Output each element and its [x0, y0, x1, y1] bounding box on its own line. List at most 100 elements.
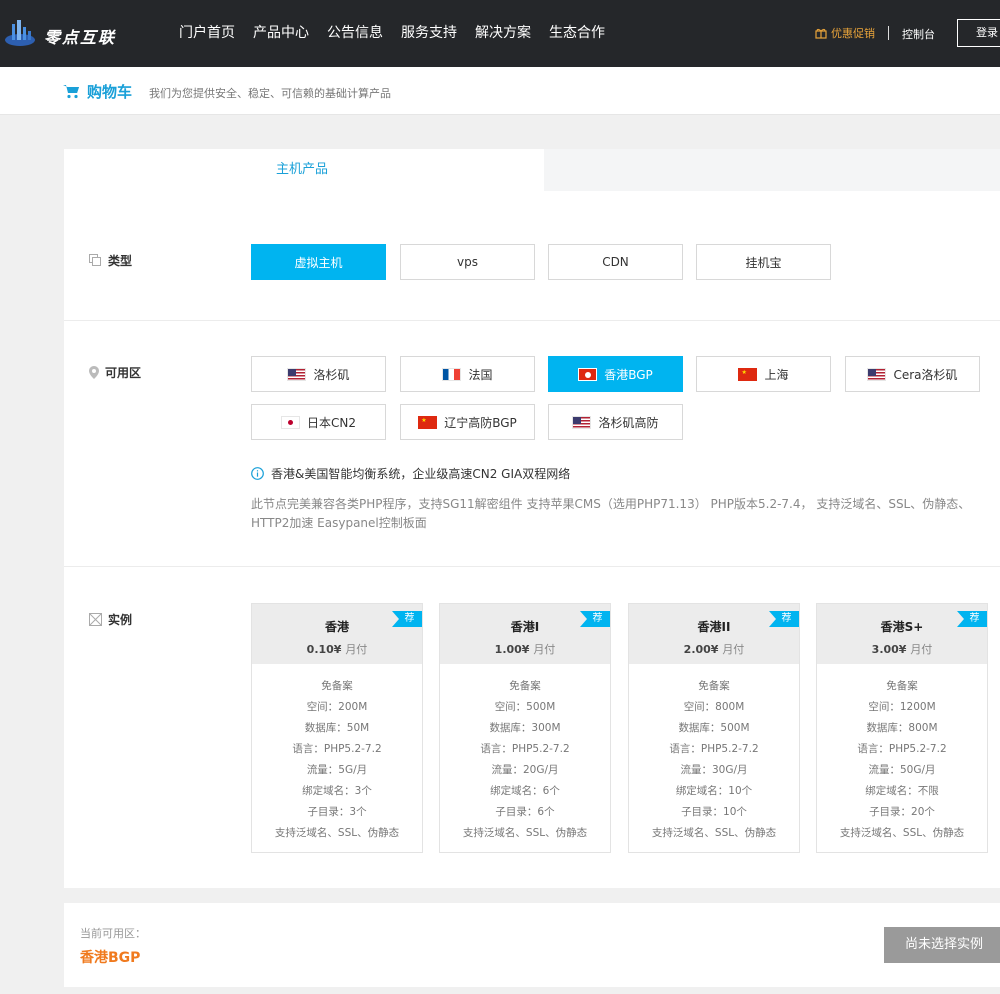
zone-option-label: 香港BGP [604, 367, 653, 382]
us-flag-icon [287, 367, 307, 381]
nav-item-home[interactable]: 门户首页 [179, 0, 235, 67]
zone-option-cera-los-angeles[interactable]: Cera洛杉矶 [845, 356, 980, 392]
plan-price: 1.00¥ 月付 [494, 643, 556, 656]
page-subtitle: 我们为您提供安全、稳定、可信赖的基础计算产品 [149, 87, 391, 100]
zone-option-japan-cn2[interactable]: 日本CN2 [251, 404, 386, 440]
plan-feature: 语言：PHP5.2-7.2 [669, 743, 759, 755]
zone-option-liaoning-bgp[interactable]: ★ 辽宁高防BGP [400, 404, 535, 440]
nav-item-announcements[interactable]: 公告信息 [327, 0, 383, 67]
plan-card-hk-i[interactable]: 荐 香港I 1.00¥ 月付 免备案 空间：500M 数据库：300M 语言：P… [439, 603, 611, 853]
instance-label: 实例 [89, 611, 132, 628]
type-option-virtual-host[interactable]: 虚拟主机 [251, 244, 386, 280]
type-label: 类型 [89, 252, 132, 269]
console-link[interactable]: 控制台 [902, 26, 935, 42]
plan-card-header: 荐 香港S+ 3.00¥ 月付 [817, 604, 987, 664]
plan-feature: 空间：200M [306, 701, 368, 713]
plan-feature: 语言：PHP5.2-7.2 [480, 743, 570, 755]
type-option-guajibao[interactable]: 挂机宝 [696, 244, 831, 280]
zone-option-label: 法国 [468, 367, 493, 382]
nav-item-ecosystem[interactable]: 生态合作 [549, 0, 605, 67]
plan-features: 免备案 空间：200M 数据库：50M 语言：PHP5.2-7.2 流量：5G/… [252, 664, 422, 844]
plan-feature: 绑定域名：10个 [675, 785, 753, 797]
product-panel: 主机产品 类型 虚拟主机 vps CDN 挂机宝 可用区 洛杉矶 法国 香港BG… [64, 149, 1000, 888]
plan-feature: 支持泛域名、SSL、伪静态 [651, 827, 777, 839]
plan-price: 0.10¥ 月付 [306, 643, 368, 656]
zone-option-label: Cera洛杉矶 [893, 367, 958, 382]
plan-feature: 子目录：3个 [307, 806, 367, 818]
plan-feature: 流量：5G/月 [306, 764, 368, 776]
plan-card-hk-s-plus[interactable]: 荐 香港S+ 3.00¥ 月付 免备案 空间：1200M 数据库：800M 语言… [816, 603, 988, 853]
nav-item-support[interactable]: 服务支持 [401, 0, 457, 67]
plan-feature: 语言：PHP5.2-7.2 [857, 743, 947, 755]
plan-card-hk[interactable]: 荐 香港 0.10¥ 月付 免备案 空间：200M 数据库：50M 语言：PHP… [251, 603, 423, 853]
plan-card-header: 荐 香港I 1.00¥ 月付 [440, 604, 610, 664]
order-summary-bar: 当前可用区： 香港BGP 尚未选择实例 [64, 903, 1000, 987]
login-button[interactable]: 登录 [957, 19, 1000, 47]
zone-description: 此节点完美兼容各类PHP程序，支持SG11解密组件 支持苹果CMS（选用PHP7… [251, 497, 971, 530]
nav-item-solutions[interactable]: 解决方案 [475, 0, 531, 67]
promo-link[interactable]: 优惠促销 [815, 25, 875, 41]
info-icon [251, 467, 264, 480]
plan-feature: 空间：1200M [868, 701, 936, 713]
tab-host-products[interactable]: 主机产品 [64, 149, 544, 191]
plan-feature: 子目录：20个 [869, 806, 935, 818]
type-option-vps[interactable]: vps [400, 244, 535, 280]
plan-feature: 数据库：500M [678, 722, 750, 734]
tab-bar-filler [544, 149, 1000, 191]
zone-info-text: 香港&美国智能均衡系统，企业级高速CN2 GIA双程网络 [271, 467, 571, 481]
instance-icon [89, 613, 102, 626]
us-flag-icon [867, 367, 887, 381]
zone-option-hk-bgp[interactable]: 香港BGP [548, 356, 683, 392]
type-option-cdn[interactable]: CDN [548, 244, 683, 280]
plan-feature: 数据库：50M [304, 722, 370, 734]
cn-flag-icon: ★ [418, 415, 438, 429]
plan-feature: 支持泛域名、SSL、伪静态 [274, 827, 400, 839]
zone-option-label: 辽宁高防BGP [444, 415, 517, 430]
plan-feature: 绑定域名：3个 [302, 785, 372, 797]
type-label-text: 类型 [108, 254, 133, 268]
plan-feature: 子目录：6个 [495, 806, 555, 818]
plan-features: 免备案 空间：1200M 数据库：800M 语言：PHP5.2-7.2 流量：5… [817, 664, 987, 844]
location-pin-icon [89, 366, 99, 379]
plan-card-hk-ii[interactable]: 荐 香港II 2.00¥ 月付 免备案 空间：800M 数据库：500M 语言：… [628, 603, 800, 853]
plan-card-header: 荐 香港II 2.00¥ 月付 [629, 604, 799, 664]
plan-card-header: 荐 香港 0.10¥ 月付 [252, 604, 422, 664]
plan-feature: 语言：PHP5.2-7.2 [292, 743, 382, 755]
promo-label: 优惠促销 [831, 27, 875, 40]
logo-icon[interactable] [4, 18, 36, 50]
plan-feature: 子目录：10个 [681, 806, 747, 818]
plan-feature: 绑定域名：不限 [865, 785, 939, 797]
cart-icon [63, 85, 79, 99]
zone-option-los-angeles-ddos[interactable]: 洛杉矶高防 [548, 404, 683, 440]
us-flag-icon [572, 415, 592, 429]
zone-option-label: 洛杉矶 [313, 367, 350, 382]
plan-feature: 流量：50G/月 [868, 764, 936, 776]
nav-item-products[interactable]: 产品中心 [253, 0, 309, 67]
hk-flag-icon [578, 367, 598, 381]
jp-flag-icon [281, 415, 300, 429]
select-instance-button[interactable]: 尚未选择实例 [884, 927, 1000, 963]
zone-option-los-angeles[interactable]: 洛杉矶 [251, 356, 386, 392]
plan-feature: 数据库：300M [489, 722, 561, 734]
plan-feature: 空间：500M [494, 701, 556, 713]
zone-option-label: 上海 [764, 367, 789, 382]
header-divider [888, 26, 889, 40]
main-nav: 门户首页 产品中心 公告信息 服务支持 解决方案 生态合作 [170, 0, 614, 67]
plan-feature: 数据库：800M [866, 722, 938, 734]
fr-flag-icon [442, 367, 462, 381]
plan-feature: 支持泛域名、SSL、伪静态 [839, 827, 965, 839]
copy-icon [89, 254, 101, 266]
instance-label-text: 实例 [108, 613, 133, 627]
zone-label: 可用区 [89, 364, 141, 381]
plan-feature: 免备案 [698, 680, 730, 692]
plan-feature: 空间：800M [683, 701, 745, 713]
plan-feature: 免备案 [886, 680, 918, 692]
plan-feature: 免备案 [321, 680, 353, 692]
current-zone-value: 香港BGP [80, 950, 141, 966]
product-tabs: 主机产品 [64, 149, 1000, 191]
cn-flag-icon: ★ [738, 367, 758, 381]
section-divider [64, 566, 1000, 567]
zone-option-shanghai[interactable]: ★ 上海 [696, 356, 831, 392]
brand-name[interactable]: 零点互联 [44, 24, 116, 48]
zone-option-france[interactable]: 法国 [400, 356, 535, 392]
